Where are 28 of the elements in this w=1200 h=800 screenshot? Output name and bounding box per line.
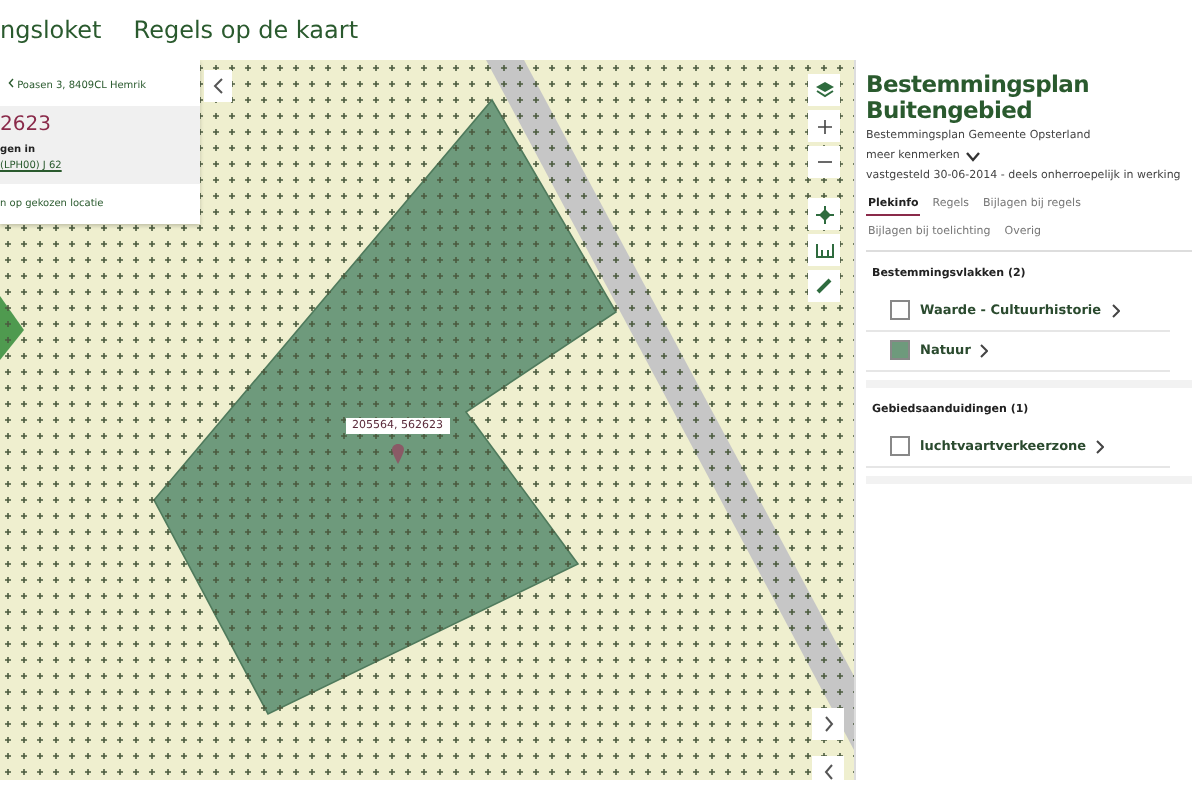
nav-link[interactable]: Regels op de kaart [133, 16, 359, 44]
ruler-icon [815, 243, 833, 257]
measure-button[interactable] [808, 234, 840, 266]
layers-button[interactable] [808, 74, 840, 106]
chevron-left-icon [8, 78, 14, 88]
pencil-icon [816, 278, 832, 294]
site-title[interactable]: ngsloket [0, 16, 102, 44]
expand-button[interactable] [812, 708, 844, 740]
map-pin-icon [392, 444, 404, 464]
chevron-right-icon [980, 343, 989, 358]
crosshair-icon [815, 205, 833, 223]
layers-icon [815, 82, 833, 98]
plus-icon [817, 119, 831, 133]
coordinate-text: 2623 [0, 114, 53, 136]
chevron-left-icon [212, 78, 224, 94]
locate-button[interactable] [808, 198, 840, 230]
chevron-right-icon [823, 716, 833, 732]
chevron-left-icon [823, 764, 833, 780]
chevron-right-icon [1111, 303, 1120, 318]
collapse-button[interactable] [204, 70, 232, 102]
zoom-in-button[interactable] [808, 110, 840, 142]
collapse-button[interactable] [812, 756, 844, 780]
plan-title: Bestemmingsplan Buitengebied [866, 72, 1091, 125]
draw-button[interactable] [808, 270, 840, 302]
zoom-out-button[interactable] [808, 146, 840, 178]
chevron-right-icon [1096, 439, 1105, 454]
minus-icon [817, 160, 831, 164]
chevron-down-icon [965, 151, 980, 162]
